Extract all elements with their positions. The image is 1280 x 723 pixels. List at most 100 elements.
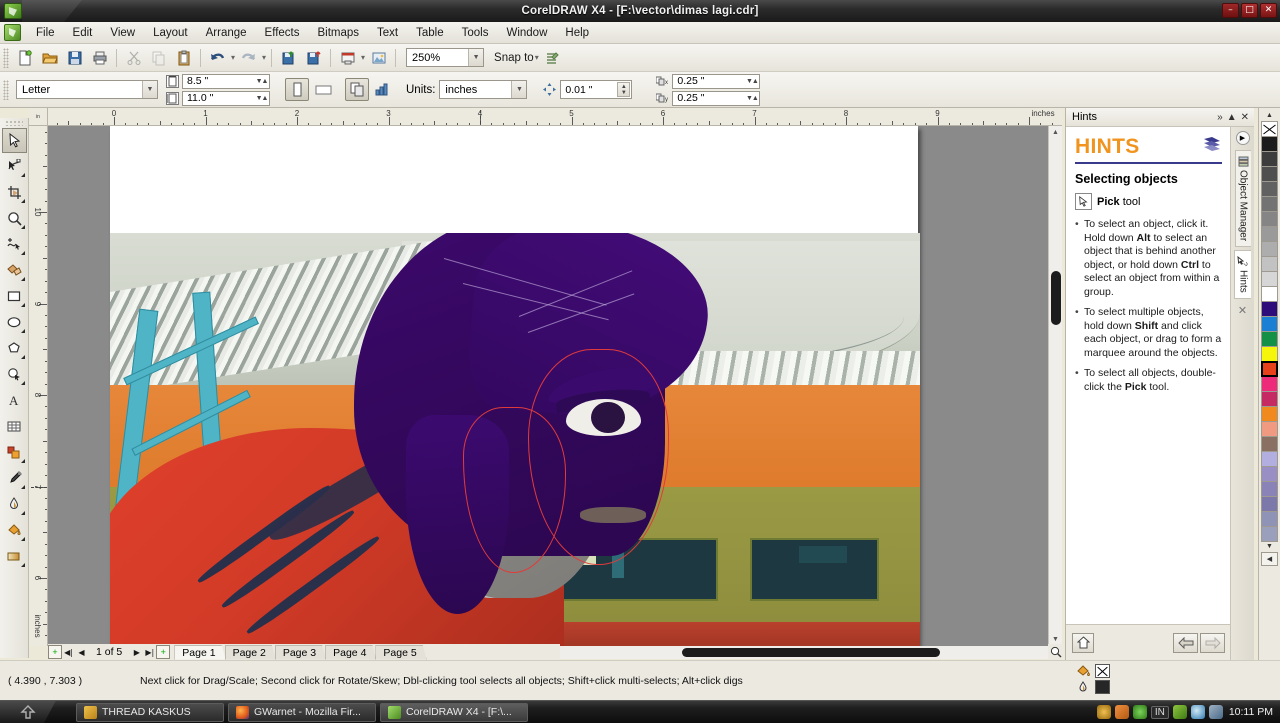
page-height-field[interactable]: 11.0 " ▼▲ xyxy=(182,90,270,106)
shape-tool-flyout-arrow-icon[interactable] xyxy=(20,173,25,177)
taskbar-item-thread-kaskus[interactable]: THREAD KASKUS xyxy=(76,702,224,722)
nudge-offset-field[interactable]: 0.01 " ▲ ▼ xyxy=(560,80,633,99)
menu-arrange[interactable]: Arrange xyxy=(197,24,256,42)
palette-swatch-white[interactable] xyxy=(1261,286,1278,302)
nvidia-icon[interactable] xyxy=(1172,705,1187,719)
palette-swatch-dark-violet[interactable] xyxy=(1261,301,1278,317)
updater-icon[interactable] xyxy=(1132,705,1147,719)
taskbar-item-coreldraw[interactable]: CorelDRAW X4 - [F:\... xyxy=(380,702,528,722)
rectangle-tool[interactable] xyxy=(2,284,27,309)
ellipse-tool-flyout-arrow-icon[interactable] xyxy=(20,329,25,333)
palette-swatch-deep-pink[interactable] xyxy=(1261,391,1278,407)
document-menu-icon[interactable] xyxy=(4,24,21,41)
docker-tab-object-manager[interactable]: Object Manager xyxy=(1234,150,1251,248)
vertical-scrollbar[interactable]: ▲ ▼ xyxy=(1048,126,1062,646)
taskbar-clock[interactable]: 10:11 PM xyxy=(1229,706,1273,718)
text-tool[interactable]: A xyxy=(2,388,27,413)
hints-back-button[interactable] xyxy=(1173,632,1198,653)
toolbox-grip[interactable] xyxy=(5,120,23,126)
menu-help[interactable]: Help xyxy=(556,24,598,42)
palette-swatch-green[interactable] xyxy=(1261,331,1278,347)
crop-tool-flyout-arrow-icon[interactable] xyxy=(20,199,25,203)
menu-bitmaps[interactable]: Bitmaps xyxy=(308,24,368,42)
landscape-orientation-button[interactable] xyxy=(311,78,335,101)
publish-pdf-button[interactable] xyxy=(336,46,359,69)
page-tab-1[interactable]: Page 1 xyxy=(174,644,226,660)
outline-color-swatch[interactable] xyxy=(1095,680,1110,694)
ellipse-tool[interactable] xyxy=(2,310,27,335)
palette-swatch-blue[interactable] xyxy=(1261,316,1278,332)
polygon-tool[interactable] xyxy=(2,336,27,361)
duplicate-y-field[interactable]: 0.25 " ▼▲ xyxy=(672,90,761,106)
docker-collapse-icon[interactable]: ▲ xyxy=(1227,112,1237,123)
undo-dropdown-arrow-icon[interactable]: ▾ xyxy=(231,53,235,62)
fill-color-swatch[interactable] xyxy=(1095,664,1110,678)
previous-page-button[interactable]: ◀ xyxy=(75,645,88,659)
outline-tool[interactable] xyxy=(2,492,27,517)
horizontal-scrollbar[interactable] xyxy=(560,646,1048,659)
paper-type-dropdown-arrow-icon[interactable]: ▼ xyxy=(142,81,157,98)
units-combobox[interactable]: inches ▼ xyxy=(439,80,528,99)
freehand-tool[interactable] xyxy=(2,232,27,257)
portrait-orientation-button[interactable] xyxy=(285,78,309,101)
import-button[interactable] xyxy=(277,46,300,69)
add-page-before-button[interactable]: + xyxy=(48,645,62,659)
network-icon[interactable] xyxy=(1208,705,1223,719)
hints-forward-button[interactable] xyxy=(1200,632,1225,653)
menu-edit[interactable]: Edit xyxy=(64,24,102,42)
cut-button[interactable] xyxy=(122,46,145,69)
add-page-after-button[interactable]: + xyxy=(156,645,171,659)
vertical-ruler[interactable]: 10 9 8 7 6 inches xyxy=(29,126,48,646)
fill-tool-flyout-arrow-icon[interactable] xyxy=(20,537,25,541)
freehand-tool-flyout-arrow-icon[interactable] xyxy=(20,251,25,255)
palette-swatch-pale-blue-gray[interactable] xyxy=(1261,526,1278,542)
units-dropdown-arrow-icon[interactable]: ▼ xyxy=(511,81,527,98)
minimize-button[interactable]: – xyxy=(1222,3,1239,18)
redo-button[interactable] xyxy=(237,46,260,69)
page-width-field[interactable]: 8.5 " ▼▲ xyxy=(182,73,270,89)
rectangle-tool-flyout-arrow-icon[interactable] xyxy=(20,303,25,307)
paper-type-combobox[interactable]: Letter ▼ xyxy=(16,80,158,99)
current-page-button[interactable] xyxy=(371,78,395,101)
palette-swatch-brown[interactable] xyxy=(1261,436,1278,452)
palette-swatch-gray-60[interactable] xyxy=(1261,196,1278,212)
docker-close-tab-icon[interactable]: ✕ xyxy=(1238,304,1247,317)
pdf-dropdown-arrow-icon[interactable]: ▾ xyxy=(361,53,365,62)
print-button[interactable] xyxy=(88,46,111,69)
zoom-to-fit-button[interactable] xyxy=(1048,644,1064,660)
snap-to-label[interactable]: Snap to xyxy=(494,52,534,64)
save-document-button[interactable] xyxy=(63,46,86,69)
basic-shapes-tool[interactable] xyxy=(2,362,27,387)
menu-table[interactable]: Table xyxy=(407,24,453,42)
vertical-scrollbar-thumb[interactable] xyxy=(1051,271,1061,325)
taskbar-item-gwarnet-firefox[interactable]: GWarnet - Mozilla Fir... xyxy=(228,702,376,722)
horizontal-scrollbar-thumb[interactable] xyxy=(682,648,940,657)
menu-file[interactable]: File xyxy=(27,24,64,42)
paste-button[interactable] xyxy=(172,46,195,69)
palette-swatch-gray-50[interactable] xyxy=(1261,211,1278,227)
duplicate-x-spinner[interactable]: ▼▲ xyxy=(745,75,759,88)
palette-swatch-gray-10[interactable] xyxy=(1261,271,1278,287)
ruler-corner[interactable]: in xyxy=(29,108,48,126)
interactive-fill-tool-flyout-arrow-icon[interactable] xyxy=(20,563,25,567)
all-pages-button[interactable] xyxy=(345,78,369,101)
palette-swatch-salmon[interactable] xyxy=(1261,421,1278,437)
smart-fill-tool-flyout-arrow-icon[interactable] xyxy=(20,277,25,281)
action-center-icon[interactable] xyxy=(1096,705,1111,719)
menu-text[interactable]: Text xyxy=(368,24,407,42)
outline-tool-flyout-arrow-icon[interactable] xyxy=(20,511,25,515)
toolbar-grip[interactable] xyxy=(3,47,9,68)
palette-swatch-none[interactable] xyxy=(1261,121,1278,137)
language-indicator[interactable]: IN xyxy=(1150,705,1169,719)
export-button[interactable] xyxy=(302,46,325,69)
interactive-blend-tool[interactable] xyxy=(2,440,27,465)
last-page-button[interactable]: ▶| xyxy=(143,645,156,659)
outline-indicator-row[interactable] xyxy=(1077,680,1110,694)
palette-swatch-magenta[interactable] xyxy=(1261,376,1278,392)
page-tab-3[interactable]: Page 3 xyxy=(274,644,327,660)
palette-expand-icon[interactable]: ◀ xyxy=(1261,552,1278,566)
media-player-icon[interactable] xyxy=(1114,705,1129,719)
page-tab-5[interactable]: Page 5 xyxy=(375,644,427,660)
close-button[interactable]: ✕ xyxy=(1260,3,1277,18)
menu-view[interactable]: View xyxy=(101,24,144,42)
